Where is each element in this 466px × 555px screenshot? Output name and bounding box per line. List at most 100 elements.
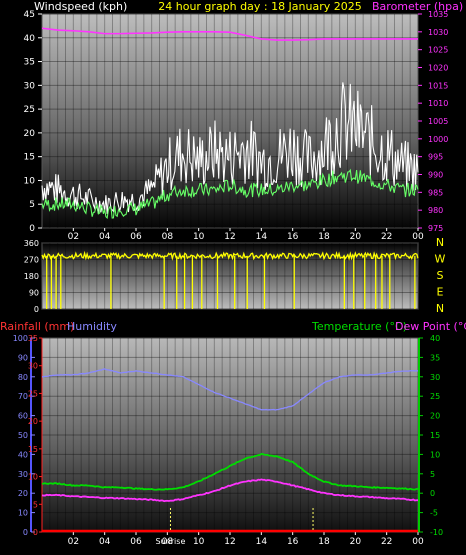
- temperature-tick-label: 35: [430, 353, 440, 362]
- x-tick-label: 20: [350, 537, 362, 547]
- x-tick-label: 08: [162, 232, 174, 242]
- temperature-tick-label: -5: [430, 509, 438, 518]
- wind-tick-label: 20: [24, 129, 36, 139]
- temperature-tick-label: 40: [430, 334, 440, 343]
- temperature-tick-label: 20: [430, 412, 440, 421]
- weather-graph-canvas: 051015202530354045 975980985990995100010…: [0, 0, 466, 547]
- humidity-tick-label: 70: [18, 392, 28, 401]
- compass-labels: NWSEN: [435, 236, 446, 315]
- wind-tick-label: 10: [24, 176, 36, 186]
- x-tick-label: 00: [412, 232, 424, 242]
- x-tick-label: 22: [381, 232, 392, 242]
- barometer-tick-label: 995: [428, 153, 443, 162]
- dew-point-axis-label: Dew Point (°C): [395, 320, 466, 333]
- barometer-tick-label: 1030: [428, 28, 448, 37]
- humidity-tick-label: 100: [13, 334, 28, 343]
- direction-tick-label: 360: [24, 239, 39, 248]
- windspeed-axis-label: Windspeed (kph): [34, 0, 127, 13]
- rain-tick-label: 5: [33, 500, 38, 509]
- x-tick-label: 22: [381, 537, 392, 547]
- direction-y-ticks: 0 90 180 270 360: [24, 239, 39, 314]
- graph-title: 24 hour graph day : 18 January 2025: [158, 0, 362, 13]
- x-tick-label: 02: [68, 232, 79, 242]
- humidity-tick-label: 0: [23, 528, 28, 537]
- sunrise-label: Sunrise: [156, 537, 186, 546]
- x-tick-label: 06: [130, 537, 142, 547]
- x-tick-label: 16: [287, 232, 299, 242]
- temperature-tick-label: 30: [430, 373, 440, 382]
- direction-tick-label: 0: [34, 305, 39, 314]
- temperature-tick-label: -10: [430, 528, 443, 537]
- wind-tick-label: 40: [24, 34, 36, 44]
- humidity-tick-label: 80: [18, 373, 28, 382]
- wind-tick-label: 0: [29, 224, 35, 234]
- humidity-tick-label: 50: [18, 431, 28, 440]
- x-tick-label: 10: [193, 232, 205, 242]
- x-tick-label: 14: [256, 232, 268, 242]
- x-tick-label: 02: [68, 537, 79, 547]
- temperature-tick-label: 15: [430, 431, 440, 440]
- x-tick-label: 10: [193, 537, 205, 547]
- barometer-tick-label: 990: [428, 171, 443, 180]
- humidity-tick-label: 10: [18, 509, 28, 518]
- direction-tick-label: 270: [24, 256, 39, 265]
- barometer-tick-label: 980: [428, 206, 443, 215]
- wind-direction-panel: 090180270360 NWSEN: [24, 236, 446, 315]
- wind-tick-label: 25: [24, 105, 35, 115]
- rainfall-axis-label: Rainfall (mm): [0, 320, 74, 333]
- x-tick-label: 14: [256, 537, 268, 547]
- barometer-tick-label: 1025: [428, 46, 448, 55]
- wind-tick-label: 15: [24, 153, 35, 163]
- humidity-tick-label: 30: [18, 470, 28, 479]
- x-tick-label: 16: [287, 537, 299, 547]
- wind-barometer-panel: 051015202530354045 975980985990995100010…: [24, 0, 464, 242]
- x-tick-label: 12: [224, 537, 235, 547]
- rain-tick-label: 0: [33, 528, 38, 537]
- direction-tick-label: 90: [29, 289, 39, 298]
- wind-tick-label: 35: [24, 58, 35, 68]
- humidity-tick-label: 90: [18, 353, 28, 362]
- compass-label: S: [437, 269, 444, 282]
- x-tick-label: 00: [412, 537, 424, 547]
- temperature-axis-label: Temperature (°C): [311, 320, 407, 333]
- temperature-tick-label: 25: [430, 392, 440, 401]
- barometer-tick-label: 1010: [428, 99, 448, 108]
- compass-label: N: [436, 302, 444, 315]
- barometer-tick-label: 975: [428, 224, 443, 233]
- wind-tick-label: 30: [24, 81, 36, 91]
- rain-tick-label: 30: [28, 362, 38, 371]
- temperature-y-ticks: -10 -5 0 5 10 15 20 25 30 35 40: [418, 334, 443, 537]
- rain-tick-label: 20: [28, 417, 38, 426]
- wind-tick-label: 5: [29, 200, 35, 210]
- rain-tick-label: 10: [28, 473, 38, 482]
- wind-y-ticks: 051015202530354045: [24, 10, 42, 234]
- rain-tick-label: 15: [28, 445, 38, 454]
- x-tick-label: 18: [318, 537, 330, 547]
- humidity-tick-label: 40: [18, 450, 28, 459]
- humidity-axis-label: Humidity: [67, 320, 117, 333]
- humidity-tick-label: 20: [18, 489, 28, 498]
- temperature-tick-label: 5: [430, 470, 435, 479]
- humidity-tick-label: 60: [18, 412, 28, 421]
- wind-x-ticks: 02 04 06 08 10 12 14 16 18 20 22 00: [68, 228, 424, 242]
- barometer-y-ticks: 975 980 985 990 995 1000 1005 1010 1015 1020 1025 1…: [418, 10, 448, 233]
- x-tick-label: 12: [224, 232, 235, 242]
- barometer-axis-label: Barometer (hpa): [372, 0, 463, 13]
- barometer-tick-label: 985: [428, 188, 443, 197]
- barometer-tick-label: 1000: [428, 135, 448, 144]
- rain-tick-label: 25: [28, 389, 38, 398]
- x-tick-label: 18: [318, 232, 330, 242]
- x-tick-label: 04: [99, 537, 111, 547]
- temperature-tick-label: 0: [430, 489, 435, 498]
- x-tick-label: 04: [99, 232, 111, 242]
- compass-label: E: [437, 286, 444, 299]
- x-tick-label: 06: [130, 232, 142, 242]
- direction-tick-label: 180: [24, 272, 39, 281]
- compass-label: W: [435, 253, 446, 266]
- x-tick-label: 20: [350, 232, 362, 242]
- rain-humidity-temp-panel: 0102030405060708090100 05101520253035 -1…: [0, 320, 466, 547]
- temperature-x-ticks: 02 04 06 08 10 12 14 16 18 20 22 00: [68, 532, 424, 547]
- barometer-tick-label: 1005: [428, 117, 448, 126]
- rain-tick-label: 35: [28, 334, 38, 343]
- temperature-tick-label: 10: [430, 450, 440, 459]
